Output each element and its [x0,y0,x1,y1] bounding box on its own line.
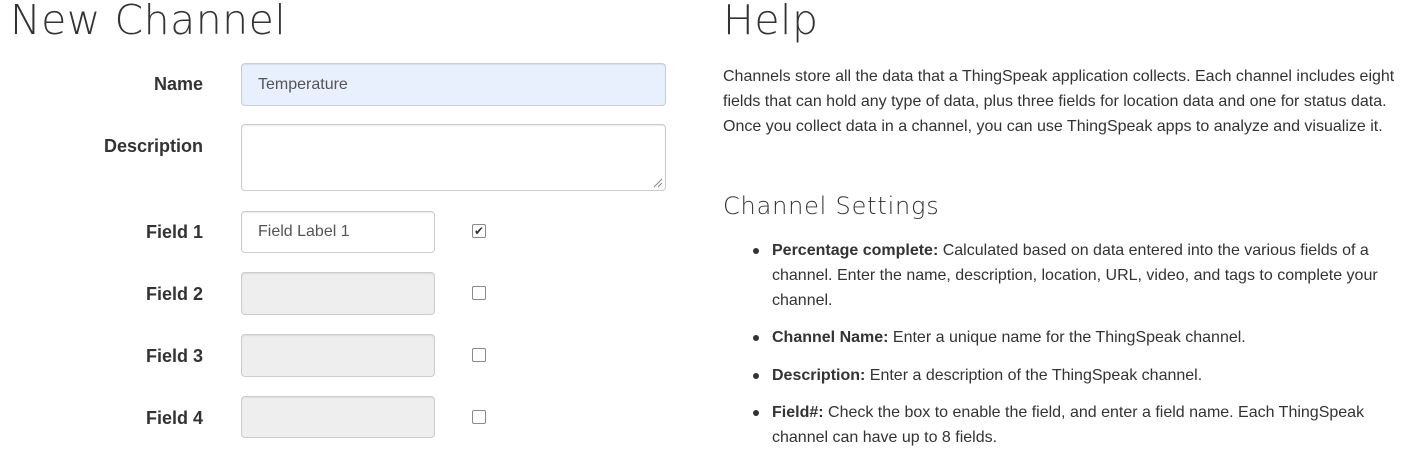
field-1-label: Field 1 [145,222,203,242]
page-title: New Channel [10,0,287,44]
name-input[interactable] [241,63,666,106]
bullet-icon [753,410,759,416]
help-term: Description: [772,367,866,384]
field-3-checkbox[interactable] [472,348,486,362]
bullet-icon [753,248,759,254]
bullet-icon [753,373,759,379]
new-channel-page: New Channel Name Description Field 1 ✔ F… [0,0,1425,451]
help-term: Field#: [772,404,824,421]
help-intro: Channels store all the data that a Thing… [723,68,1395,135]
field-3-label: Field 3 [145,346,203,366]
help-item-description: Description: Enter a description of the … [753,363,1422,388]
channel-form: New Channel Name Description Field 1 ✔ F… [0,0,700,451]
field-1-checkbox[interactable]: ✔ [472,224,486,238]
field-2-input[interactable] [241,272,435,315]
help-item-channel-name: Channel Name: Enter a unique name for th… [753,325,1422,350]
field-1-input[interactable] [241,211,435,253]
help-text: Check the box to enable the field, and e… [772,404,1365,446]
field-4-checkbox[interactable] [472,410,486,424]
description-textarea[interactable] [241,124,666,191]
help-item-percentage: Percentage complete: Calculated based on… [753,238,1422,313]
help-item-field: Field#: Check the box to enable the fiel… [753,400,1422,450]
checkmark-icon: ✔ [473,224,485,238]
help-term: Channel Name: [772,329,889,346]
field-2-label: Field 2 [145,284,203,304]
bullet-icon [753,335,759,341]
description-label: Description [103,136,203,156]
help-text: Enter a unique name for the ThingSpeak c… [888,329,1246,346]
resize-grip-icon[interactable] [653,178,663,188]
channel-settings-heading: Channel Settings [723,192,940,220]
field-4-label: Field 4 [145,408,203,428]
help-term: Percentage complete: [772,242,939,259]
field-2-checkbox[interactable] [472,286,486,300]
field-3-input[interactable] [241,334,435,377]
help-text: Enter a description of the ThingSpeak ch… [865,367,1203,384]
help-panel: Help Channels store all the data that a … [723,0,1418,451]
help-title: Help [723,0,819,44]
field-4-input[interactable] [241,396,435,438]
name-label: Name [153,74,203,94]
